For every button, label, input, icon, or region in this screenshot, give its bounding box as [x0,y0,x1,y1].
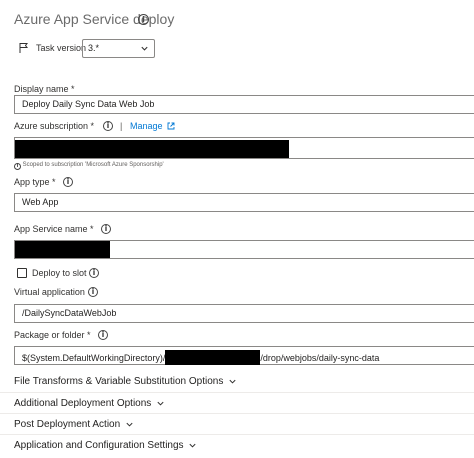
info-icon[interactable]: i [63,177,73,187]
section-file-transforms[interactable]: File Transforms & Variable Substitution … [14,376,237,387]
scope-note-text: Scoped to subscription 'Microsoft Azure … [22,162,164,168]
divider [0,392,474,393]
chevron-down-icon [126,422,133,427]
info-icon[interactable]: i [88,287,98,297]
section-label: Post Deployment Action [14,419,121,430]
package-path-prefix: $(System.DefaultWorkingDirectory)/ [22,353,166,363]
separator: | [120,121,123,131]
deploy-to-slot-checkbox[interactable] [17,268,27,278]
package-or-folder-label: Package or folder * [14,330,91,340]
flag-icon [19,43,28,53]
external-link-icon [167,122,175,130]
display-name-input[interactable]: Deploy Daily Sync Data Web Job [14,95,474,114]
scope-note: i Scoped to subscription 'Microsoft Azur… [14,162,164,170]
chevron-down-icon [189,443,196,448]
task-version-value: 3.* [88,43,100,53]
section-app-config-settings[interactable]: Application and Configuration Settings [14,440,197,451]
redacted-block [15,241,110,258]
chevron-down-icon [157,401,164,406]
virtual-application-input[interactable]: /DailySyncDataWebJob [14,304,474,323]
task-version-select[interactable]: 3.* [82,39,155,58]
task-version-label: Task version [36,43,87,53]
section-post-deployment[interactable]: Post Deployment Action [14,419,134,430]
divider [0,413,474,414]
manage-link-label: Manage [130,121,163,131]
azure-subscription-input[interactable] [14,137,474,159]
package-path-suffix: /drop/webjobs/daily-sync-data [260,353,380,363]
app-type-select[interactable]: Web App [14,193,474,212]
info-icon: i [14,163,21,170]
section-label: Additional Deployment Options [14,398,152,409]
package-or-folder-input[interactable]: $(System.DefaultWorkingDirectory)/ /drop/… [14,346,474,365]
section-label: Application and Configuration Settings [14,440,184,451]
app-service-name-input[interactable] [14,240,474,259]
azure-subscription-label: Azure subscription * [14,121,95,131]
deploy-to-slot-label: Deploy to slot [32,268,87,278]
divider [0,434,474,435]
info-icon[interactable]: i [103,121,113,131]
manage-link[interactable]: Manage [130,121,175,131]
page-title: Azure App Service deploy [14,11,175,27]
info-icon[interactable]: i [101,224,111,234]
info-icon[interactable]: i [138,14,149,25]
section-label: File Transforms & Variable Substitution … [14,376,224,387]
redacted-block [15,140,289,158]
chevron-down-icon [141,46,148,51]
info-icon[interactable]: i [89,268,99,278]
chevron-down-icon [229,379,236,384]
virtual-application-label: Virtual application [14,287,85,297]
display-name-label: Display name * [14,84,75,94]
app-service-name-label: App Service name * [14,224,94,234]
redacted-block [165,350,261,365]
app-type-label: App type * [14,177,56,187]
section-additional-deployment[interactable]: Additional Deployment Options [14,398,165,409]
info-icon[interactable]: i [98,330,108,340]
